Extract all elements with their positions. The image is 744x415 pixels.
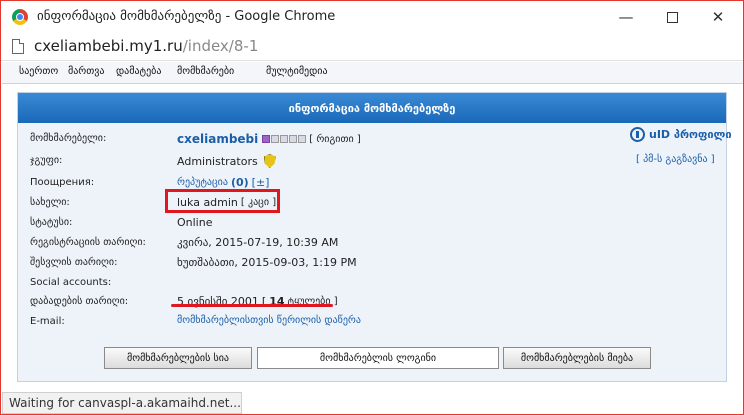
maximize-button[interactable] — [649, 1, 695, 33]
group-text: Administrators — [177, 154, 258, 168]
label-last-login: შესვლის თარიღი: — [30, 257, 118, 268]
user-main-button[interactable]: მომხმარებლების მიება — [503, 347, 651, 369]
email-link[interactable]: მომხმარებლისთვის წერილის დაწერა — [177, 315, 361, 326]
label-group: ჯგუფი: — [30, 155, 63, 166]
name-highlight-box — [165, 189, 280, 213]
nav-item-users[interactable]: მომხმარები — [177, 66, 234, 77]
row-rewards: Поощрения: რეპუტაცია (0) [±] — [30, 175, 720, 193]
title-bar: ინფორმაცია მომხმარებელზე - Google Chrome… — [1, 1, 743, 33]
url-host: cxeliambebi.my1.ru — [34, 37, 183, 55]
row-last-login: შესვლის თარიღი: ხუთშაბათი, 2015-09-03, 1… — [30, 255, 720, 273]
label-registered: რეგისტრაციის თარიღი: — [30, 237, 146, 248]
last-login-text: ხუთშაბათი, 2015-09-03, 1:19 PM — [177, 256, 357, 269]
uid-profile-link[interactable]: uID პროფილი — [630, 127, 732, 142]
send-pm-link[interactable]: [ პმ-ს გაგზავნა ] — [636, 154, 715, 165]
window-title: ინფორმაცია მომხმარებელზე - Google Chrome — [37, 9, 336, 24]
page-icon — [12, 39, 24, 54]
row-email: E-mail: მომხმარებლისთვის წერილის დაწერა — [30, 314, 720, 332]
minimize-button[interactable]: — — [603, 1, 649, 33]
status-bar: Waiting for canvaspl-a.akamaihd.net... — [2, 392, 242, 414]
close-icon: ✕ — [711, 8, 725, 26]
status-text: Online — [177, 216, 213, 229]
page-content: საერთო მართვა დამატება მომხმარები მულტიმ… — [2, 62, 743, 389]
user-list-button[interactable]: მომხმარებლების სია — [104, 347, 252, 369]
panel-title: ინფორმაცია მომხმარებელზე — [18, 93, 726, 123]
rank-text: [ რიგითი ] — [309, 133, 361, 145]
minimize-icon: — — [618, 8, 634, 26]
label-email: E-mail: — [30, 316, 65, 327]
uid-label: uID პროფილი — [649, 128, 732, 141]
rank-squares — [261, 133, 307, 146]
row-birth-date: დაბადების თარიღი: 5 ივნისში 2001 [ 14 ტყ… — [30, 294, 720, 312]
nav-item-add[interactable]: დამატება — [116, 66, 161, 77]
label-status: სტატუსი: — [30, 217, 73, 228]
address-bar[interactable]: cxeliambebi.my1.ru/index/8-1 — [1, 33, 743, 61]
value-reputation: რეპუტაცია (0) [±] — [177, 176, 269, 189]
label-name: სახელი: — [30, 197, 70, 208]
url-text[interactable]: cxeliambebi.my1.ru/index/8-1 — [34, 37, 258, 55]
row-social: Social accounts: — [30, 275, 720, 293]
value-group: Administrators — [177, 154, 276, 168]
label-rewards: Поощрения: — [30, 177, 95, 188]
close-button[interactable]: ✕ — [695, 1, 741, 33]
url-path: /index/8-1 — [182, 37, 259, 55]
user-login-search[interactable]: მომხმარებლის ლოგინი — [257, 347, 499, 369]
value-username: cxeliambebi [ რიგითი ] — [177, 132, 361, 146]
label-birth-date: დაბადების თარიღი: — [30, 296, 129, 307]
birth-date-underline — [171, 304, 333, 307]
chrome-icon — [12, 9, 28, 25]
username-link[interactable]: cxeliambebi — [177, 132, 258, 146]
label-username: მომხმარებელი: — [30, 133, 107, 144]
group-shield-icon — [263, 154, 276, 168]
user-info-panel: ინფორმაცია მომხმარებელზე მომხმარებელი: c… — [17, 92, 732, 382]
label-social: Social accounts: — [30, 277, 112, 288]
maximize-icon — [666, 11, 678, 23]
reputation-link[interactable]: რეპუტაცია — [177, 177, 228, 188]
reputation-toggle[interactable]: [±] — [252, 176, 270, 189]
row-registered: რეგისტრაციის თარიღი: კვირა, 2015-07-19, … — [30, 235, 720, 253]
nav-item-general[interactable]: საერთო — [19, 66, 58, 77]
nav-item-manage[interactable]: მართვა — [68, 66, 104, 77]
row-name: სახელი: luka admin [ კაცი ] — [30, 195, 720, 213]
nav-item-multimedia[interactable]: მულტიმედია — [266, 66, 328, 77]
browser-window: ინფორმაცია მომხმარებელზე - Google Chrome… — [0, 0, 744, 415]
uid-icon — [630, 127, 645, 142]
row-status: სტატუსი: Online — [30, 215, 720, 233]
site-nav: საერთო მართვა დამატება მომხმარები მულტიმ… — [2, 62, 743, 84]
reputation-value[interactable]: (0) — [231, 176, 249, 189]
row-username: მომხმარებელი: cxeliambebi [ რიგითი ] — [30, 131, 720, 149]
registered-text: კვირა, 2015-07-19, 10:39 AM — [177, 236, 339, 249]
row-group: ჯგუფი: Administrators — [30, 153, 720, 171]
